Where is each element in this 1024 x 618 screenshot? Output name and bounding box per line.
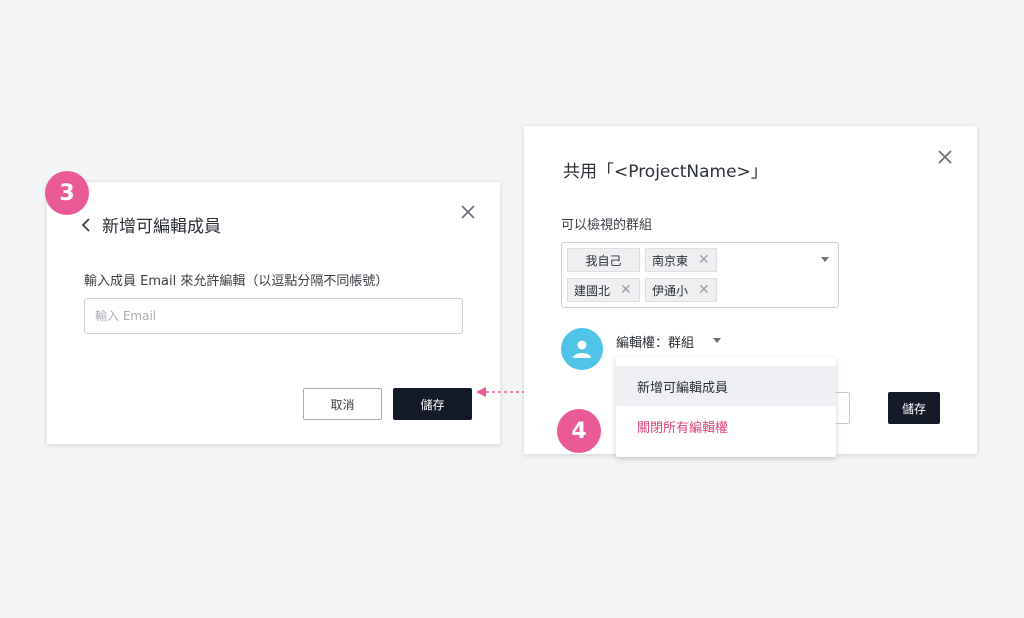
step-badge-4: 4 bbox=[557, 409, 601, 453]
group-tag: 伊通小 ✕ bbox=[645, 278, 717, 302]
save-button[interactable]: 儲存 bbox=[393, 388, 472, 420]
edit-permission-menu: 新增可編輯成員 關閉所有編輯權 bbox=[616, 357, 836, 457]
cancel-button[interactable]: 取消 bbox=[303, 388, 382, 420]
close-icon[interactable] bbox=[938, 150, 952, 164]
group-tag: 建國北 ✕ bbox=[567, 278, 640, 302]
tag-remove-icon[interactable]: ✕ bbox=[620, 282, 632, 298]
tag-label: 伊通小 bbox=[652, 283, 689, 298]
email-input[interactable] bbox=[84, 298, 463, 334]
group-tag: 我自己 bbox=[567, 248, 640, 272]
group-tag: 南京東 ✕ bbox=[645, 248, 717, 272]
edit-permission-dropdown[interactable]: 編輯權：群組 bbox=[616, 332, 694, 351]
add-editor-dialog: 新增可編輯成員 輸入成員 Email 來允許編輯（以逗點分隔不同帳號） 取消 儲… bbox=[47, 182, 500, 444]
menu-item-add-editor[interactable]: 新增可編輯成員 bbox=[616, 366, 836, 406]
tag-label: 南京東 bbox=[652, 253, 689, 268]
dialog-title: 共用「<ProjectName>」 bbox=[563, 162, 768, 182]
close-icon[interactable] bbox=[461, 205, 475, 219]
tag-remove-icon[interactable]: ✕ bbox=[698, 252, 710, 268]
email-field-label: 輸入成員 Email 來允許編輯（以逗點分隔不同帳號） bbox=[84, 274, 389, 289]
group-multiselect[interactable]: 我自己 南京東 ✕ 建國北 ✕ 伊通小 ✕ bbox=[561, 242, 839, 308]
chevron-down-icon[interactable] bbox=[713, 338, 721, 343]
dialog-title: 新增可編輯成員 bbox=[102, 217, 221, 237]
tag-label: 建國北 bbox=[574, 283, 611, 298]
save-button[interactable]: 儲存 bbox=[888, 392, 940, 424]
chevron-left-icon[interactable] bbox=[79, 217, 93, 233]
menu-item-disable-all-editing[interactable]: 關閉所有編輯權 bbox=[616, 406, 836, 446]
tag-remove-icon[interactable]: ✕ bbox=[698, 282, 710, 298]
chevron-down-icon[interactable] bbox=[821, 257, 829, 262]
user-icon bbox=[561, 328, 603, 370]
step-badge-3: 3 bbox=[45, 171, 89, 215]
view-groups-label: 可以檢視的群組 bbox=[561, 218, 653, 233]
tag-label: 我自己 bbox=[585, 253, 622, 268]
